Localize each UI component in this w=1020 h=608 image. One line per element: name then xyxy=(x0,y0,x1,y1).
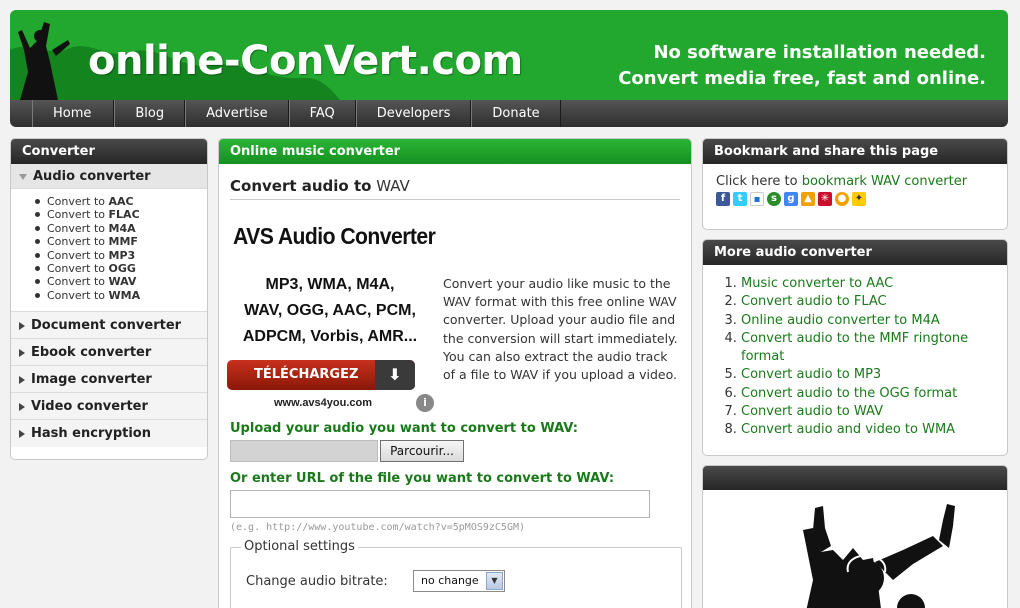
more-link-m4a[interactable]: Online audio converter to M4A xyxy=(741,312,993,330)
converter-sidebar: Converter Audio converter Convert to AAC… xyxy=(10,138,208,460)
sidebar-section-hash[interactable]: Hash encryption xyxy=(11,420,207,448)
ad-url[interactable]: www.avs4you.com xyxy=(274,397,372,409)
file-path-field[interactable] xyxy=(230,440,378,462)
ad-formats: MP3, WMA, M4A, WAV, OGG, AAC, PCM, ADPCM… xyxy=(242,276,418,345)
more-audio-converter-box: More audio converter Music converter to … xyxy=(702,239,1008,456)
more-link-wav[interactable]: Convert audio to WAV xyxy=(741,403,993,421)
nav-home[interactable]: Home xyxy=(32,100,115,127)
download-arrow-icon: ⬇ xyxy=(375,360,415,390)
sidebar-section-audio[interactable]: Audio converter xyxy=(11,164,207,189)
main-nav: Home Blog Advertise FAQ Developers Donat… xyxy=(10,100,1008,127)
panel-title: Online music converter xyxy=(219,139,691,164)
audio-converter-list: Convert to AAC Convert to FLAC Convert t… xyxy=(11,189,207,313)
collapsed-arrow-icon xyxy=(19,348,25,357)
twitter-icon[interactable]: t xyxy=(733,192,747,206)
sidebar-link-m4a[interactable]: Convert to M4A xyxy=(35,222,207,235)
sidebar-link-ogg[interactable]: Convert to OGG xyxy=(35,262,207,275)
facebook-icon[interactable]: f xyxy=(716,192,730,206)
social-icons: f t ▪ s g ▲ ✳ ● ✦ xyxy=(716,192,994,206)
illustration-title-bar xyxy=(703,466,1007,490)
bookmark-title: Bookmark and share this page xyxy=(703,139,1007,164)
mixx-icon[interactable]: ✳ xyxy=(818,192,832,206)
sidebar-link-aac[interactable]: Convert to AAC xyxy=(35,195,207,208)
sidebar-link-mmf[interactable]: Convert to MMF xyxy=(35,235,207,248)
collapsed-arrow-icon xyxy=(19,402,25,411)
more-link-mmf[interactable]: Convert audio to the MMF ringtone format xyxy=(741,330,993,367)
site-tagline: No software installation needed. Convert… xyxy=(618,42,986,89)
bookmark-box: Bookmark and share this page Click here … xyxy=(702,138,1008,230)
more-link-mp3[interactable]: Convert audio to MP3 xyxy=(741,366,993,384)
sidebar-section-ebook[interactable]: Ebook converter xyxy=(11,339,207,367)
more-link-aac[interactable]: Music converter to AAC xyxy=(741,275,993,293)
yahoo-icon[interactable]: ✦ xyxy=(852,192,866,206)
stumbleupon-icon[interactable]: s xyxy=(767,192,781,206)
url-label: Or enter URL of the file you want to con… xyxy=(230,471,615,486)
sidebar-link-wav[interactable]: Convert to WAV xyxy=(35,275,207,288)
converter-description: Convert your audio like music to the WAV… xyxy=(443,276,678,383)
bitrate-select[interactable]: no change ▼ xyxy=(413,570,505,592)
download-ad-button[interactable]: TÉLÉCHARGEZ ⬇ xyxy=(227,360,415,390)
sidebar-title: Converter xyxy=(11,139,207,164)
sidebar-link-wma[interactable]: Convert to WMA xyxy=(35,289,207,302)
more-link-wma[interactable]: Convert audio and video to WMA xyxy=(741,421,993,439)
optional-settings-legend: Optional settings xyxy=(241,539,358,554)
nav-donate[interactable]: Donate xyxy=(471,100,561,127)
collapsed-arrow-icon xyxy=(19,429,25,438)
optional-settings-fieldset: Optional settings Change audio bitrate: … xyxy=(230,539,682,608)
illustration-box xyxy=(702,465,1008,608)
sidebar-section-document[interactable]: Document converter xyxy=(11,312,207,340)
delicious-icon[interactable]: ▪ xyxy=(750,192,764,206)
dancing-people-illustration xyxy=(803,504,955,608)
ad-title[interactable]: AVS Audio Converter xyxy=(233,223,436,250)
url-input[interactable] xyxy=(230,490,650,518)
more-title: More audio converter xyxy=(703,240,1007,265)
nav-developers[interactable]: Developers xyxy=(355,100,472,127)
google-icon[interactable]: g xyxy=(784,192,798,206)
sidebar-section-image[interactable]: Image converter xyxy=(11,366,207,394)
more-link-flac[interactable]: Convert audio to FLAC xyxy=(741,293,993,311)
bookmark-link[interactable]: bookmark WAV converter xyxy=(802,174,967,189)
sidebar-link-mp3[interactable]: Convert to MP3 xyxy=(35,249,207,262)
chevron-down-icon: ▼ xyxy=(486,572,503,590)
sidebar-section-video[interactable]: Video converter xyxy=(11,393,207,421)
more-link-ogg[interactable]: Convert audio to the OGG format xyxy=(741,385,993,403)
site-logo[interactable]: online-ConVert.com xyxy=(88,38,523,84)
site-header: online-ConVert.com No software installat… xyxy=(10,10,1008,100)
more-converter-list: Music converter to AAC Convert audio to … xyxy=(703,265,1007,440)
live-icon[interactable]: ● xyxy=(835,192,849,206)
page-heading: Convert audio to WAV xyxy=(230,177,680,200)
expanded-arrow-icon xyxy=(19,173,27,180)
browse-button[interactable]: Parcourir... xyxy=(380,440,464,462)
digg-icon[interactable]: ▲ xyxy=(801,192,815,206)
bitrate-label: Change audio bitrate: xyxy=(246,574,388,589)
nav-advertise[interactable]: Advertise xyxy=(185,100,289,127)
nav-blog[interactable]: Blog xyxy=(114,100,186,127)
sidebar-link-flac[interactable]: Convert to FLAC xyxy=(35,208,207,221)
collapsed-arrow-icon xyxy=(19,321,25,330)
info-icon[interactable]: i xyxy=(416,394,434,412)
url-example: (e.g. http://www.youtube.com/watch?v=5pM… xyxy=(230,522,526,533)
main-converter-panel: Online music converter Convert audio to … xyxy=(218,138,692,608)
nav-faq[interactable]: FAQ xyxy=(288,100,356,127)
upload-label: Upload your audio you want to convert to… xyxy=(230,421,578,436)
collapsed-arrow-icon xyxy=(19,375,25,384)
